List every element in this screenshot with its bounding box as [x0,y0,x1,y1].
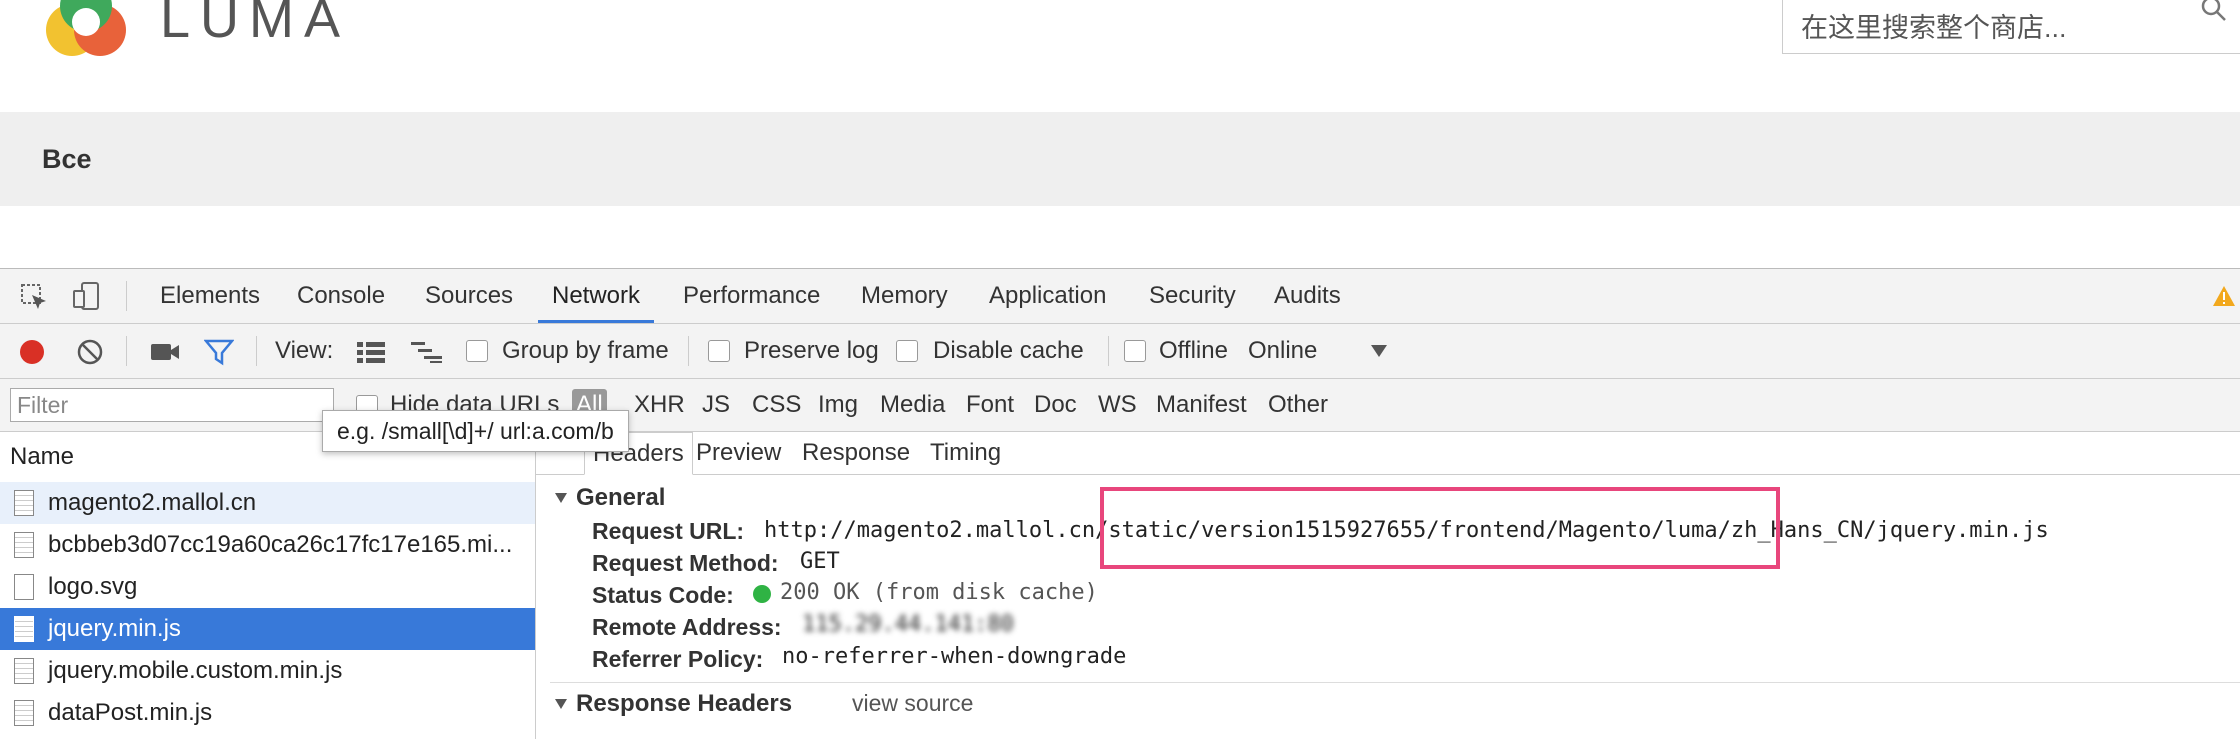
request-method-label: Request Method: [592,550,779,576]
breadcrumb-bar: Все [0,112,2240,206]
tab-network[interactable]: Network [538,269,655,323]
website-viewport: LUMA 在这里搜索整个商店... Все [0,0,2240,268]
filter-input[interactable]: Filter [10,388,334,422]
request-name: bcbbeb3d07cc19a60ca26c17fc17e165.mi... [48,531,513,558]
devtools-tab-bar: Elements Console Sources Network Perform… [0,269,2240,324]
type-filter-img[interactable]: Img [818,379,858,431]
warning-icon[interactable] [2212,285,2236,307]
filter-icon[interactable] [204,338,234,366]
status-code-value: 200 OK (from disk cache) [780,580,1098,605]
tab-elements[interactable]: Elements [160,269,260,323]
request-detail-pane: Headers Preview Response Timing General … [536,432,2240,739]
disable-cache-label[interactable]: Disable cache [933,324,1084,378]
preserve-log-checkbox[interactable] [708,340,730,362]
request-method-value: GET [800,549,840,574]
preserve-log-label[interactable]: Preserve log [744,324,879,378]
type-filter-manifest[interactable]: Manifest [1156,379,1247,431]
clear-icon[interactable] [76,338,104,366]
chevron-down-icon[interactable] [1370,344,1388,358]
tab-performance[interactable]: Performance [683,269,820,323]
type-filter-doc[interactable]: Doc [1034,379,1077,431]
tab-application[interactable]: Application [989,269,1106,323]
search-placeholder: 在这里搜索整个商店... [1801,13,2067,43]
luma-logo-icon[interactable] [42,0,130,60]
view-source-link[interactable]: view source [852,690,973,717]
status-ok-dot-icon [753,585,771,603]
inspect-element-icon[interactable] [20,283,48,311]
screenshot-camera-icon[interactable] [150,340,180,364]
request-row[interactable]: dataPost.min.js [0,692,535,734]
script-file-icon [14,700,34,726]
search-icon[interactable] [2199,0,2227,24]
expand-triangle-icon[interactable] [554,492,568,504]
remote-address-label: Remote Address: [592,614,782,640]
type-filter-js[interactable]: JS [702,379,730,431]
type-filter-ws[interactable]: WS [1098,379,1137,431]
response-headers-section-title[interactable]: Response Headers [576,690,792,718]
tab-response[interactable]: Response [802,432,910,474]
tab-security[interactable]: Security [1149,269,1236,323]
script-file-icon [14,658,34,684]
tab-memory[interactable]: Memory [861,269,948,323]
group-by-frame-label[interactable]: Group by frame [502,324,669,378]
disable-cache-checkbox[interactable] [896,340,918,362]
tab-preview[interactable]: Preview [696,432,781,474]
type-filter-xhr[interactable]: XHR [634,379,685,431]
device-toolbar-icon[interactable] [72,281,102,311]
stylesheet-file-icon [14,532,34,558]
type-filter-css[interactable]: CSS [752,379,801,431]
request-name: jquery.mobile.custom.min.js [48,657,343,684]
request-row-selected[interactable]: jquery.min.js [0,608,535,650]
referrer-policy-value: no-referrer-when-downgrade [782,644,1127,669]
filter-placeholder: Filter [17,392,69,418]
expand-triangle-icon[interactable] [554,698,568,710]
detail-tab-bar: Headers Preview Response Timing [536,432,2240,475]
type-filter-font[interactable]: Font [966,379,1014,431]
remote-address-value: 115.29.44.141:80 [802,612,1014,637]
tab-console[interactable]: Console [297,269,385,323]
document-file-icon [14,490,34,516]
referrer-policy-label: Referrer Policy: [592,646,764,672]
script-file-icon [14,616,34,642]
image-file-icon [14,574,34,600]
tab-audits[interactable]: Audits [1274,269,1341,323]
tab-sources[interactable]: Sources [425,269,513,323]
request-name: logo.svg [48,573,138,600]
record-icon[interactable] [18,338,46,366]
request-url-label: Request URL: [592,518,745,544]
request-name: jquery.min.js [48,615,181,642]
general-section-title[interactable]: General [576,484,665,512]
tab-timing[interactable]: Timing [930,432,1001,474]
request-row[interactable]: logo.svg [0,566,535,608]
offline-label[interactable]: Offline [1159,324,1228,378]
view-label: View: [275,337,334,364]
request-row[interactable]: bcbbeb3d07cc19a60ca26c17fc17e165.mi... [0,524,535,566]
throttling-select[interactable]: Online [1248,324,1317,378]
large-rows-icon[interactable] [356,340,386,364]
store-search-input[interactable]: 在这里搜索整个商店... [1782,0,2240,54]
annotation-highlight-box [1100,487,1780,569]
request-list: Name magento2.mallol.cn bcbbeb3d07cc19a6… [0,432,536,739]
name-column-header[interactable]: Name [10,432,74,482]
offline-checkbox[interactable] [1124,340,1146,362]
waterfall-overview-icon[interactable] [410,340,444,364]
type-filter-other[interactable]: Other [1268,379,1328,431]
request-row[interactable]: jquery.mobile.custom.min.js [0,650,535,692]
type-filter-media[interactable]: Media [880,379,945,431]
status-code-label: Status Code: [592,582,734,608]
breadcrumb[interactable]: Все [42,144,92,175]
request-name: dataPost.min.js [48,699,213,726]
request-row[interactable]: magento2.mallol.cn [0,482,535,524]
filter-tooltip: e.g. /small[\d]+/ url:a.com/b [322,410,629,452]
network-toolbar: View: Group by frame Preserve log Disabl… [0,324,2240,379]
section-divider [550,682,2240,683]
request-name: magento2.mallol.cn [48,489,257,516]
luma-logo-text[interactable]: LUMA [160,0,350,50]
group-by-frame-checkbox[interactable] [466,340,488,362]
